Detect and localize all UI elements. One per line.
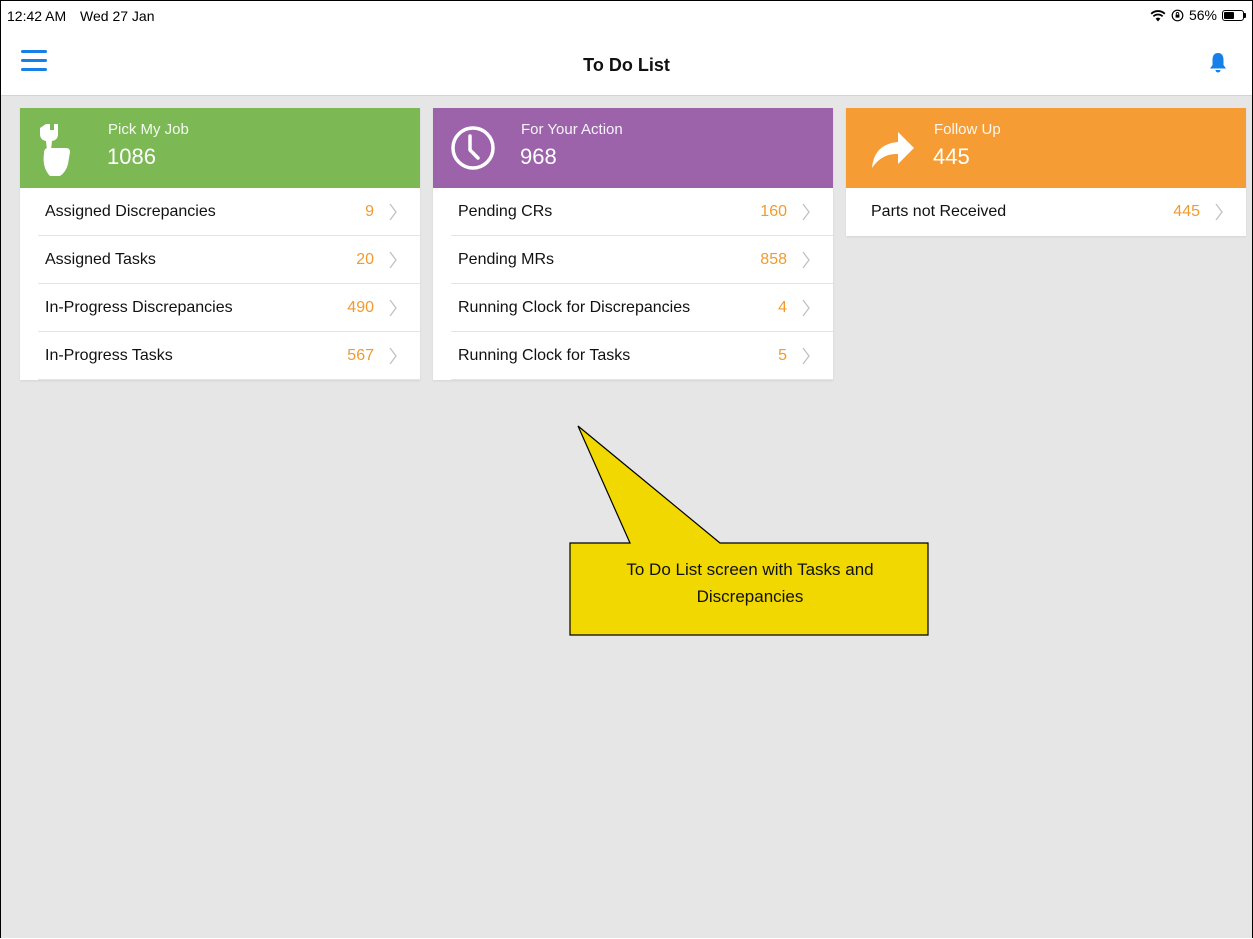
list-item[interactable]: Running Clock for Discrepancies 4 <box>433 284 833 332</box>
list-item[interactable]: In-Progress Discrepancies 490 <box>20 284 420 332</box>
chevron-right-icon <box>389 251 397 269</box>
chevron-right-icon <box>389 299 397 317</box>
card-rows: Assigned Discrepancies 9 Assigned Tasks … <box>20 188 420 380</box>
chevron-right-icon <box>802 347 810 365</box>
row-count: 9 <box>365 203 374 220</box>
battery-fill <box>1224 11 1235 19</box>
row-label: Pending CRs <box>458 203 553 220</box>
app-screen: 12:42 AM Wed 27 Jan 56% To Do List Pick … <box>0 0 1253 938</box>
card-rows: Pending CRs 160 Pending MRs 858 Running … <box>433 188 833 380</box>
row-label: In-Progress Tasks <box>45 347 173 364</box>
row-count: 160 <box>760 203 787 220</box>
card-count: 968 <box>520 144 557 169</box>
row-count: 445 <box>1173 203 1200 220</box>
for-your-action-header[interactable]: For Your Action 968 <box>433 108 833 188</box>
list-item[interactable]: Assigned Tasks 20 <box>20 236 420 284</box>
card-count: 1086 <box>107 144 156 169</box>
row-count: 20 <box>356 251 374 268</box>
list-item[interactable]: Pending MRs 858 <box>433 236 833 284</box>
row-label: Parts not Received <box>871 203 1007 220</box>
list-item[interactable]: Running Clock for Tasks 5 <box>433 332 833 380</box>
card-rows: Parts not Received 445 <box>846 188 1246 236</box>
pick-my-job-card: Pick My Job 1086 Assigned Discrepancies … <box>20 108 420 380</box>
row-label: Assigned Discrepancies <box>45 203 216 220</box>
chevron-right-icon <box>1215 203 1223 221</box>
battery-percent: 56% <box>1188 7 1217 23</box>
status-date: Wed 27 Jan <box>80 8 155 24</box>
notifications-button[interactable] <box>1208 51 1228 75</box>
chevron-right-icon <box>802 251 810 269</box>
card-count: 445 <box>933 144 970 169</box>
status-time: 12:42 AM <box>7 8 67 24</box>
bell-icon <box>1210 53 1226 73</box>
for-your-action-card: For Your Action 968 Pending CRs 160 Pend… <box>433 108 833 380</box>
row-label: Assigned Tasks <box>45 251 156 268</box>
chevron-right-icon <box>802 299 810 317</box>
row-label: Running Clock for Discrepancies <box>458 299 691 316</box>
card-label: Pick My Job <box>108 121 189 138</box>
forward-arrow-icon <box>872 132 914 168</box>
navigation-bar: To Do List <box>1 31 1252 96</box>
list-item[interactable]: Assigned Discrepancies 9 <box>20 188 420 236</box>
follow-up-card: Follow Up 445 Parts not Received 445 <box>846 108 1246 236</box>
page-title: To Do List <box>583 55 670 75</box>
chevron-right-icon <box>802 203 810 221</box>
row-label: In-Progress Discrepancies <box>45 299 233 316</box>
row-label: Pending MRs <box>458 251 555 268</box>
follow-up-header[interactable]: Follow Up 445 <box>846 108 1246 188</box>
list-item[interactable]: In-Progress Tasks 567 <box>20 332 420 380</box>
chevron-right-icon <box>389 347 397 365</box>
callout-text: To Do List screen with Tasks and Discrep… <box>626 560 874 606</box>
list-item[interactable]: Parts not Received 445 <box>846 188 1246 236</box>
card-label: Follow Up <box>934 121 1001 138</box>
list-item[interactable]: Pending CRs 160 <box>433 188 833 236</box>
wifi-icon <box>1150 9 1166 21</box>
clock-icon <box>451 126 495 170</box>
status-bar: 12:42 AM Wed 27 Jan 56% <box>1 1 1252 31</box>
row-label: Running Clock for Tasks <box>458 347 631 364</box>
pick-my-job-header[interactable]: Pick My Job 1086 <box>20 108 420 188</box>
row-count: 4 <box>778 299 787 316</box>
row-count: 490 <box>347 299 374 316</box>
orientation-lock-icon <box>1171 9 1184 21</box>
row-count: 5 <box>778 347 787 364</box>
row-count: 567 <box>347 347 374 364</box>
card-label: For Your Action <box>521 121 623 138</box>
chevron-right-icon <box>389 203 397 221</box>
wrench-hand-icon <box>40 124 70 176</box>
battery-icon <box>1222 9 1246 21</box>
row-count: 858 <box>760 251 787 268</box>
